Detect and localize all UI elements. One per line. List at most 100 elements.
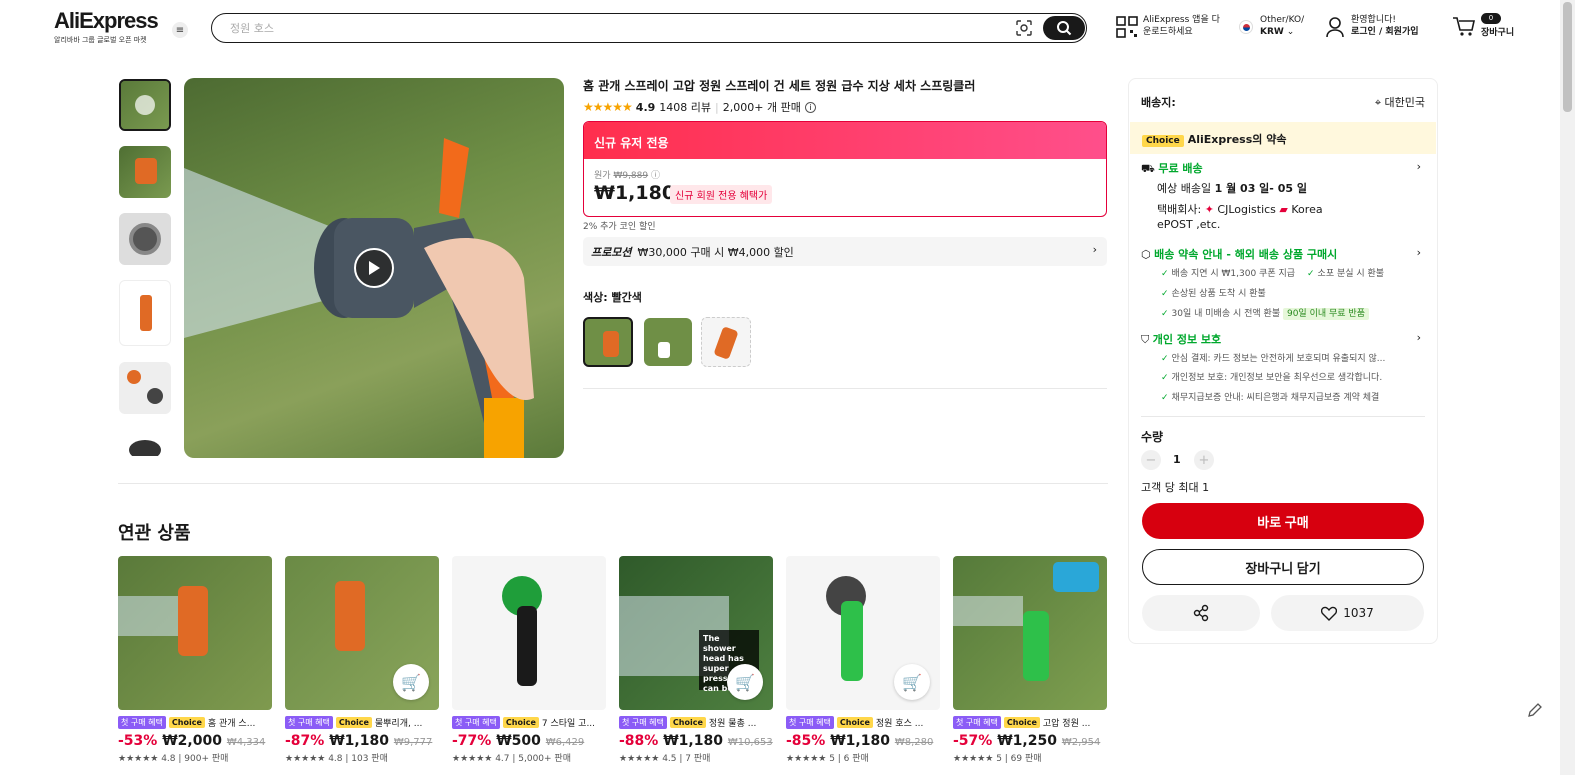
free-shipping-label: 무료 배송	[1158, 162, 1203, 175]
edit-icon[interactable]	[1525, 700, 1545, 720]
buy-now-button[interactable]: 바로 구매	[1142, 503, 1424, 539]
app-line1: AliExpress 앱을 다	[1143, 15, 1220, 25]
card-rating: ★★★★★ 4.8 | 900+ 판매	[118, 754, 229, 764]
color-swatch[interactable]	[701, 317, 751, 367]
chevron-right-icon[interactable]: ›	[1417, 246, 1421, 259]
choice-title: AliExpress의 약속	[1187, 133, 1287, 146]
guarantee-item: ✓ 배송 지연 시 ₩1,300 쿠폰 지급	[1161, 266, 1295, 279]
share-button[interactable]	[1142, 595, 1260, 631]
quantity-increase-button[interactable]: +	[1194, 450, 1214, 470]
aliexpress-logo[interactable]: AliExpress 알리바바 그룹 글로벌 오픈 마켓	[54, 10, 164, 45]
info-icon[interactable]: ⓘ	[651, 171, 660, 181]
privacy-title: 개인 정보 보호	[1152, 333, 1222, 346]
check-icon: ✓	[1161, 269, 1169, 279]
product-image[interactable]: 🛒	[786, 556, 940, 710]
guarantee-item: ✓ 소포 분실 시 환불	[1307, 266, 1384, 279]
quantity-decrease-button[interactable]: −	[1141, 450, 1161, 470]
play-icon	[369, 261, 380, 275]
product-name: 고압 정원 ...	[1042, 719, 1091, 729]
product-image[interactable]: The shower head has super pressure can b…	[619, 556, 773, 710]
scrollbar-thumb[interactable]	[1563, 2, 1572, 112]
gallery-thumb[interactable]	[119, 146, 171, 198]
shield-check-icon: ⛉	[1141, 333, 1150, 346]
check-icon: ✓	[1161, 309, 1169, 319]
gallery-thumb[interactable]	[119, 432, 171, 456]
product-image[interactable]	[118, 556, 272, 710]
product-card[interactable]: 🛒 첫 구매 혜택 Choice 물뿌리개, ... -87% ₩1,180 ₩9,…	[285, 556, 439, 764]
add-to-cart-icon[interactable]: 🛒	[894, 664, 930, 700]
login-signup-text: 로그인 / 회원가입	[1351, 27, 1419, 37]
account-link[interactable]: 환영합니다! 로그인 / 회원가입	[1351, 14, 1419, 38]
card-badges: 첫 구매 혜택 Choice 홈 관개 스...	[118, 716, 272, 729]
product-image[interactable]	[452, 556, 606, 710]
eta-dates: 1 월 03 일- 05 일	[1214, 182, 1307, 195]
review-count[interactable]: 1408 리뷰	[659, 99, 711, 115]
check-icon: ✓	[1161, 289, 1169, 299]
color-swatch-selected[interactable]	[583, 317, 633, 367]
privacy-row[interactable]: ⛉ 개인 정보 보호	[1141, 331, 1221, 347]
scrollbar[interactable]	[1560, 0, 1575, 775]
gallery-thumb[interactable]	[119, 362, 171, 414]
discount-percent: -88%	[619, 733, 659, 749]
menu-icon[interactable]: ≡	[172, 22, 188, 38]
p2-text: 개인정보 보호: 개인정보 보안을 최우선으로 생각합니다.	[1171, 373, 1383, 383]
download-app-link[interactable]: AliExpress 앱을 다 운로드하세요	[1143, 14, 1220, 38]
search-button[interactable]	[1043, 16, 1085, 40]
chevron-right-icon[interactable]: ›	[1417, 331, 1421, 344]
image-search-icon[interactable]	[1015, 19, 1033, 37]
discount-percent: -85%	[786, 733, 826, 749]
product-card[interactable]: The shower head has super pressure can b…	[619, 556, 773, 764]
product-card[interactable]: 첫 구매 혜택 Choice 홈 관개 스... -53% ₩2,000 ₩4,33…	[118, 556, 272, 764]
search-input[interactable]	[230, 19, 990, 37]
first-purchase-badge: 첫 구매 혜택	[285, 716, 333, 729]
play-video-button[interactable]	[354, 248, 394, 288]
divider	[1141, 416, 1425, 417]
promotion-text: ₩30,000 구매 시 ₩4,000 할인	[637, 246, 794, 259]
free-shipping-row[interactable]: ⛟ 무료 배송	[1141, 160, 1203, 177]
ship-to-selector[interactable]: ⌖ 대한민국	[1375, 94, 1425, 110]
cart-icon[interactable]	[1452, 16, 1476, 38]
original-price: ₩10,653	[727, 737, 773, 748]
promotion-row[interactable]: 프로모션 ₩30,000 구매 시 ₩4,000 할인 ›	[583, 237, 1107, 266]
logo-text: AliExpress	[54, 8, 159, 33]
gallery-thumb[interactable]	[119, 213, 171, 265]
chevron-right-icon[interactable]: ›	[1417, 160, 1421, 173]
delivery-guarantee-row[interactable]: ⬡ 배송 약속 안내 - 해외 배송 상품 구매시	[1141, 246, 1337, 262]
cj-logo-icon: ✦	[1204, 203, 1214, 216]
user-icon[interactable]	[1325, 16, 1345, 38]
product-image[interactable]: 🛒	[285, 556, 439, 710]
gallery-thumb-video[interactable]	[119, 79, 171, 131]
g4-text: 30일 내 미배송 시 전액 환불	[1171, 309, 1281, 319]
card-badges: 첫 구매 혜택 Choice 고압 정원 ...	[953, 716, 1107, 729]
product-card[interactable]: 🛒 첫 구매 혜택 Choice 정원 호스 ... -85% ₩1,180 ₩8,…	[786, 556, 940, 764]
product-name: 정원 물총 ...	[708, 719, 757, 729]
add-to-cart-icon[interactable]: 🛒	[727, 664, 763, 700]
color-swatch[interactable]	[644, 318, 692, 366]
product-card[interactable]: 첫 구매 혜택 Choice 7 스타일 고... -77% ₩500 ₩6,429…	[452, 556, 606, 764]
add-to-cart-button[interactable]: 장바구니 담기	[1142, 549, 1424, 585]
g3-text: 손상된 상품 도착 시 환불	[1171, 289, 1266, 299]
quantity-value[interactable]: 1	[1173, 453, 1181, 466]
original-price: ₩9,777	[393, 737, 433, 748]
carrier-row: 택배회사: ✦ CJLogistics ▰ Korea	[1157, 201, 1323, 217]
app-line2: 운로드하세요	[1143, 27, 1193, 37]
add-to-cart-icon[interactable]: 🛒	[393, 664, 429, 700]
product-image[interactable]	[953, 556, 1107, 710]
cart-label[interactable]: 장바구니	[1481, 27, 1514, 39]
check-icon: ✓	[1161, 373, 1169, 383]
region-selector[interactable]: Other/KO/ KRW ⌄	[1260, 14, 1304, 38]
share-icon	[1193, 604, 1209, 622]
info-icon[interactable]: i	[804, 101, 816, 113]
card-rating: ★★★★★ 5 | 69 판매	[953, 754, 1042, 764]
carrier-cj: CJLogistics	[1217, 203, 1276, 216]
product-name: 7 스타일 고...	[541, 719, 596, 729]
privacy-item: ✓ 개인정보 보호: 개인정보 보안을 최우선으로 생각합니다.	[1161, 370, 1382, 383]
ship-to-label: 배송지:	[1141, 96, 1176, 109]
product-card[interactable]: 첫 구매 혜택 Choice 고압 정원 ... -57% ₩1,250 ₩2,95…	[953, 556, 1107, 764]
qr-code-icon[interactable]	[1116, 16, 1138, 38]
promo-header: 신규 유저 전용	[584, 122, 1106, 159]
wishlist-button[interactable]: 1037	[1271, 595, 1424, 631]
cart-count-badge: 0	[1481, 13, 1501, 24]
gallery-thumb[interactable]	[119, 280, 171, 346]
price-tag: 신규 회원 전용 혜택가	[670, 185, 773, 204]
